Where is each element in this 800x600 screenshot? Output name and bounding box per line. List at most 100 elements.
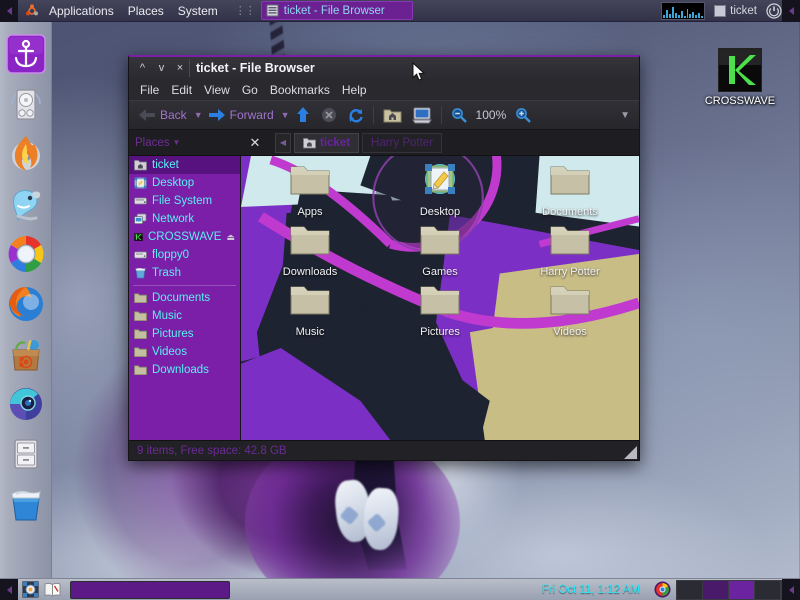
file-item-harry-potter[interactable]: Harry Potter <box>522 222 618 282</box>
window-titlebar[interactable]: ^ v × ticket - File Browser <box>129 57 639 79</box>
panel-hide-button-bottom-left[interactable] <box>0 578 18 600</box>
dock-item-brasero-launcher[interactable] <box>4 132 48 176</box>
sidebar-item-videos[interactable]: Videos <box>129 343 240 361</box>
folder-icon <box>548 162 592 200</box>
zoom-out-button[interactable] <box>446 105 472 125</box>
file-item-documents[interactable]: Documents <box>522 162 618 222</box>
fire-disc-icon <box>11 136 40 170</box>
sidebar-item-music[interactable]: Music <box>129 307 240 325</box>
places-header[interactable]: Places ▼ <box>129 137 241 149</box>
menu-bookmarks[interactable]: Bookmarks <box>264 81 336 99</box>
back-dropdown-icon[interactable]: ▼ <box>194 110 203 120</box>
system-monitor-icon[interactable] <box>661 1 706 20</box>
close-sidebar-button[interactable]: ✕ <box>241 135 269 151</box>
taskbar-item-file-browser[interactable] <box>70 580 230 599</box>
breadcrumb-item-ticket[interactable]: ticket <box>294 132 360 153</box>
tray-window-item[interactable]: ticket <box>714 4 757 17</box>
workspace-3[interactable] <box>729 580 755 599</box>
sidebar-item-ticket[interactable]: ticket <box>129 156 240 174</box>
folder-icon <box>418 222 462 260</box>
dock-item-file-manager-launcher[interactable] <box>4 432 48 476</box>
sidebar-item-pictures[interactable]: Pictures <box>129 325 240 343</box>
tray-chrome-button[interactable] <box>652 580 672 600</box>
file-item-pictures[interactable]: Pictures <box>392 282 488 342</box>
menu-edit[interactable]: Edit <box>165 81 198 99</box>
folder-icon <box>548 282 592 320</box>
file-item-apps[interactable]: Apps <box>262 162 358 222</box>
forward-dropdown-icon[interactable]: ▼ <box>281 110 290 120</box>
menu-file[interactable]: File <box>134 81 165 99</box>
speaker-wave-icon <box>10 89 41 120</box>
dock-item-deepin-launcher[interactable] <box>4 382 48 426</box>
menu-go[interactable]: Go <box>236 81 264 99</box>
workspace-4[interactable] <box>755 580 781 599</box>
breadcrumb-scroll-left-button[interactable]: ◀ <box>275 132 291 153</box>
panel-hide-button-left[interactable] <box>0 0 18 22</box>
folder-home-icon <box>134 160 147 171</box>
home-button[interactable] <box>378 105 407 126</box>
dock-item-chromium-launcher[interactable] <box>4 232 48 276</box>
sidebar-item-floppy0[interactable]: floppy0 <box>129 246 240 264</box>
computer-icon <box>411 107 432 123</box>
sidebar-item-network[interactable]: Network <box>129 210 240 228</box>
power-icon[interactable] <box>766 2 782 19</box>
show-desktop-button[interactable] <box>20 580 40 600</box>
menu-view[interactable]: View <box>198 81 236 99</box>
dock-item-trash-launcher[interactable] <box>4 482 48 526</box>
file-list-view[interactable]: Apps Desktop Documents Downloads Games H… <box>241 156 639 440</box>
file-item-videos[interactable]: Videos <box>522 282 618 342</box>
window-minimize-button[interactable]: ^ <box>133 59 152 77</box>
workspace-switcher[interactable] <box>676 579 782 600</box>
sidebar-item-label: Documents <box>152 292 211 304</box>
zoom-in-button[interactable] <box>510 105 536 125</box>
resize-grip-icon[interactable] <box>624 446 637 459</box>
sidebar-item-crosswave[interactable]: CROSSWAVE ⏏ <box>129 228 240 246</box>
eject-icon[interactable]: ⏏ <box>226 232 235 243</box>
sidebar-item-documents[interactable]: Documents <box>129 289 240 307</box>
file-item-label: Apps <box>297 206 323 218</box>
up-button[interactable] <box>290 104 316 126</box>
drive-k-icon <box>134 233 143 241</box>
computer-button[interactable] <box>407 105 437 126</box>
dock-item-anchor-launcher[interactable] <box>4 32 48 76</box>
file-item-downloads[interactable]: Downloads <box>262 222 358 282</box>
toolbar-overflow-icon[interactable]: ▼ <box>620 110 635 121</box>
sidebar-item-file-system[interactable]: File System <box>129 192 240 210</box>
file-item-games[interactable]: Games <box>392 222 488 282</box>
menu-places[interactable]: Places <box>121 2 171 20</box>
arrow-right-icon <box>208 109 225 121</box>
menu-applications[interactable]: Applications <box>42 2 121 20</box>
ubuntu-logo-icon[interactable] <box>22 0 42 22</box>
sidebar-item-trash[interactable]: Trash <box>129 264 240 282</box>
places-sidebar: ticket Desktop File System Network CROSS… <box>129 156 241 440</box>
desktop-icon-crosswave[interactable]: CROSSWAVE <box>702 48 778 107</box>
chevron-down-icon: ▼ <box>172 138 181 147</box>
menu-system[interactable]: System <box>171 2 225 20</box>
panel-hide-button-bottom-right[interactable] <box>782 578 800 600</box>
status-bar: 9 items, Free space: 42.8 GB <box>129 440 639 460</box>
forward-button[interactable]: Forward <box>203 105 279 125</box>
dock-item-music-player-launcher[interactable] <box>4 82 48 126</box>
dictionary-button[interactable] <box>42 580 62 600</box>
dock-item-firefox-launcher[interactable] <box>4 282 48 326</box>
back-button[interactable]: Back <box>133 105 192 125</box>
dock-item-pidgin-launcher[interactable] <box>4 182 48 226</box>
stop-button[interactable] <box>316 105 342 125</box>
dock-item-software-center-launcher[interactable] <box>4 332 48 376</box>
file-item-music[interactable]: Music <box>262 282 358 342</box>
reload-button[interactable] <box>342 105 369 126</box>
breadcrumb-item-harry-potter[interactable]: Harry Potter <box>362 132 443 153</box>
workspace-1[interactable] <box>677 580 703 599</box>
menu-help[interactable]: Help <box>336 81 373 99</box>
tray-window-label: ticket <box>730 4 757 17</box>
sidebar-item-downloads[interactable]: Downloads <box>129 361 240 379</box>
panel-hide-button-right[interactable] <box>782 0 800 22</box>
sidebar-item-desktop[interactable]: Desktop <box>129 174 240 192</box>
file-item-desktop[interactable]: Desktop <box>392 162 488 222</box>
window-maximize-button[interactable]: v <box>152 59 171 77</box>
file-item-label: Pictures <box>420 326 460 338</box>
taskbar-window-ticket[interactable]: ticket - File Browser <box>260 1 413 20</box>
workspace-2[interactable] <box>703 580 729 599</box>
clock[interactable]: Fri Oct 11, 1:12 AM <box>532 584 650 596</box>
window-close-button[interactable]: × <box>171 59 190 77</box>
